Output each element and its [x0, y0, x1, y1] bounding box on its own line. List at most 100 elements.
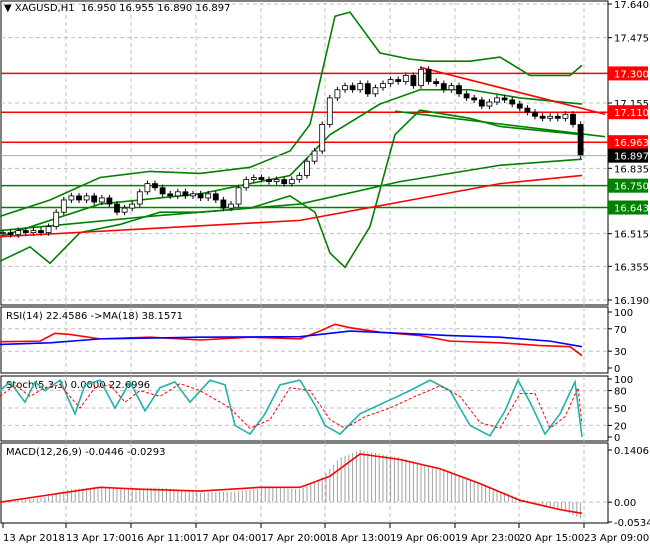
- candle-body: [440, 83, 447, 91]
- x-tick-label: 19 Apr 06:00: [390, 533, 455, 544]
- candle-body: [304, 160, 310, 176]
- candle-body: [159, 187, 166, 195]
- level-label: 17.300: [614, 69, 649, 80]
- candle-body: [205, 193, 212, 199]
- candle-body: [577, 124, 584, 157]
- candle-body: [570, 113, 576, 125]
- y-tick-label: 16.190: [614, 296, 649, 307]
- y-tick-label: 16.835: [614, 164, 649, 175]
- candle-body: [152, 183, 158, 189]
- indicator-title: MACD(12,26,9) -0.0446 -0.0293: [6, 447, 166, 458]
- candle-body: [349, 85, 356, 91]
- candle-body: [22, 230, 29, 234]
- candle-body: [228, 203, 234, 209]
- candle-body: [76, 195, 82, 201]
- candle-body: [174, 191, 181, 197]
- candle-body: [357, 83, 364, 91]
- candle-body: [68, 195, 75, 201]
- y-tick-label: 16.355: [614, 262, 649, 273]
- y-tick-label: 20: [614, 421, 627, 432]
- candle-body: [129, 203, 136, 209]
- candle-body: [121, 207, 128, 213]
- candle-body: [334, 89, 341, 99]
- candle-body: [60, 199, 67, 213]
- x-tick-label: 20 Apr 15:00: [519, 533, 584, 544]
- candle-body: [539, 115, 546, 119]
- x-tick-label: 19 Apr 23:00: [455, 533, 520, 544]
- x-tick-label: 17 Apr 20:00: [261, 533, 326, 544]
- candle-body: [402, 75, 409, 82]
- ma-red-long: [0, 174, 583, 238]
- candle-body: [562, 113, 569, 119]
- candle-body: [212, 193, 219, 201]
- candle-body: [395, 79, 402, 82]
- candle-body: [532, 111, 538, 117]
- candle-body: [288, 179, 295, 185]
- candle-body: [516, 103, 523, 109]
- candle-body: [7, 232, 14, 236]
- candle-body: [448, 85, 455, 91]
- candle-body: [30, 230, 37, 234]
- candle-body: [319, 124, 326, 152]
- y-tick-label: -0.0534: [614, 518, 650, 529]
- candle-body: [53, 211, 60, 227]
- candle-body: [0, 232, 6, 235]
- dropdown-triangle-icon[interactable]: ▼: [4, 3, 12, 14]
- symbol-label: XAGUSD,H1: [14, 3, 75, 14]
- candle-body: [190, 193, 196, 197]
- x-tick-label: 23 Apr 09:00: [584, 533, 649, 544]
- candle-body: [311, 150, 318, 162]
- candle-body: [106, 197, 113, 205]
- x-tick-label: 16 Apr 11:00: [131, 533, 196, 544]
- x-tick-label: 13 Apr 17:00: [66, 533, 131, 544]
- candle-body: [494, 97, 500, 103]
- pane-frame-0: [0, 0, 609, 306]
- candle-body: [273, 179, 280, 183]
- y-tick-label: 0: [614, 364, 620, 375]
- candle-body: [136, 191, 143, 205]
- candle-body: [372, 87, 379, 95]
- x-tick-label: 18 Apr 13:00: [325, 533, 390, 544]
- level-label: 17.110: [614, 108, 649, 119]
- x-tick-label: 13 Apr 2018: [3, 533, 65, 544]
- candle-body: [364, 83, 371, 95]
- y-tick-label: 16.515: [614, 230, 649, 241]
- candle-body: [45, 226, 52, 234]
- candle-body: [387, 79, 394, 85]
- candle-body: [380, 83, 386, 89]
- candle-body: [220, 199, 227, 209]
- candle-body: [258, 177, 265, 180]
- chart-window: 17.640 17.475 17.155 16.835 16.515 16.355 16.1…: [0, 0, 650, 550]
- candle-body: [326, 97, 333, 125]
- y-tick-label: 70: [614, 325, 627, 336]
- chart-canvas[interactable]: 17.64017.47517.15516.83516.51516.35516.1…: [0, 0, 650, 550]
- y-tick-label: 17.475: [614, 34, 649, 45]
- ma-green-long: [0, 158, 583, 232]
- candle-body: [433, 81, 440, 85]
- candle-body: [501, 97, 508, 101]
- candle-body: [182, 191, 189, 197]
- chart-header: ▼ XAGUSD,H1 16.950 16.955 16.890 16.897: [4, 3, 230, 14]
- candle-body: [418, 68, 424, 87]
- candle-body: [38, 230, 44, 234]
- candle-body: [425, 68, 432, 82]
- y-tick-label: 80: [614, 387, 627, 398]
- y-tick-label: 0.1406: [614, 446, 649, 457]
- candle-body: [98, 197, 105, 203]
- y-tick-label: 100: [614, 375, 633, 386]
- candle-body: [478, 99, 485, 107]
- y-tick-label: 100: [614, 308, 633, 319]
- y-tick-label: 0.00: [614, 498, 636, 509]
- candle-body: [342, 85, 348, 91]
- candle-body: [235, 187, 242, 205]
- candle-body: [547, 115, 554, 119]
- bollinger-lower: [0, 109, 583, 269]
- candle-body: [144, 183, 151, 193]
- x-tick-label: 17 Apr 04:00: [196, 533, 261, 544]
- candle-body: [197, 193, 204, 199]
- candle-body: [486, 101, 493, 107]
- candle-body: [91, 195, 98, 203]
- candle-body: [15, 230, 22, 236]
- candle-body: [243, 179, 250, 189]
- y-tick-label: 17.640: [614, 0, 649, 11]
